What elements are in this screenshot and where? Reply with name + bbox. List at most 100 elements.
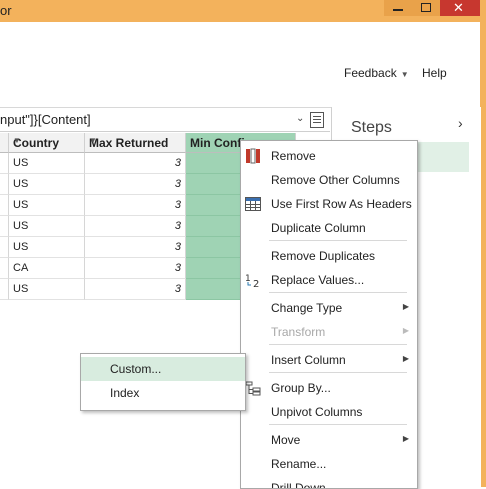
cell-value: 3 — [174, 241, 181, 253]
cell-value: US — [13, 157, 29, 169]
column-filter-icon[interactable]: ▼ — [13, 136, 80, 145]
ribbon: Feedback ▼ Help — [0, 22, 480, 108]
feedback-label: Feedback — [344, 66, 397, 80]
menu-item-rename[interactable]: Rename... — [241, 452, 417, 476]
formula-bar[interactable]: nput"]}[Content] ⌄ — [0, 109, 330, 132]
menu-item-label: Change Type — [271, 301, 343, 315]
table-cell[interactable]: 3 — [85, 237, 186, 258]
minimize-button[interactable] — [384, 0, 412, 16]
menu-item-label: Unpivot Columns — [271, 405, 363, 419]
minimize-icon — [393, 9, 403, 11]
table-cell[interactable]: 3 — [85, 174, 186, 195]
collapse-pane-icon[interactable]: › — [458, 115, 463, 131]
menu-item-label: Replace Values... — [271, 273, 365, 287]
cell-value: US — [13, 220, 29, 232]
group-by-icon — [245, 380, 261, 396]
cell-value: 3 — [174, 220, 181, 232]
remove-columns-icon — [245, 148, 261, 164]
table-cell[interactable]: 3 — [85, 258, 186, 279]
menu-item-label: Remove Other Columns — [271, 173, 400, 187]
cell-value: US — [13, 178, 29, 190]
table-cell[interactable]: CA — [9, 258, 85, 279]
menu-item-remove[interactable]: Remove — [241, 144, 417, 168]
table-headers-icon — [245, 196, 261, 212]
table-cell[interactable] — [0, 237, 9, 258]
window-title: or — [0, 3, 12, 18]
menu-item-use-first-row-as-headers[interactable]: Use First Row As Headers — [241, 192, 417, 216]
submenu-arrow-icon: ▶ — [402, 302, 409, 311]
cell-value: US — [13, 241, 29, 253]
maximize-icon — [421, 3, 431, 12]
menu-item-insert-column[interactable]: Insert Column ▶ — [241, 348, 417, 372]
table-cell[interactable]: US — [9, 174, 85, 195]
cell-value: 3 — [174, 178, 181, 190]
cell-value: 3 — [174, 157, 181, 169]
close-button[interactable]: ✕ — [440, 0, 480, 16]
steps-title: Steps — [351, 119, 392, 136]
column-context-menu: Remove Remove Other Columns Use First Row … — [240, 140, 418, 489]
menu-item-remove-duplicates[interactable]: Remove Duplicates — [241, 244, 417, 268]
column-filter-icon[interactable]: ▼ — [89, 136, 181, 145]
cell-value: 3 — [174, 283, 181, 295]
menu-item-duplicate-column[interactable]: Duplicate Column — [241, 216, 417, 240]
table-cell[interactable] — [0, 174, 9, 195]
menu-item-label: Remove Duplicates — [271, 249, 376, 263]
cell-value: US — [13, 199, 29, 211]
menu-item-label: Transform — [271, 325, 326, 339]
menu-item-label: Rename... — [271, 457, 327, 471]
table-cell[interactable] — [0, 258, 9, 279]
formula-text[interactable]: nput"]}[Content] — [0, 112, 91, 127]
menu-item-transform: Transform ▶ — [241, 320, 417, 344]
maximize-button[interactable] — [412, 0, 440, 16]
submenu-arrow-icon: ▶ — [402, 354, 409, 363]
close-icon: ✕ — [453, 0, 464, 15]
advanced-editor-icon[interactable] — [310, 112, 324, 128]
menu-item-replace-values[interactable]: 1 2 Replace Values... — [241, 268, 417, 292]
menu-item-move[interactable]: Move ▶ — [241, 428, 417, 452]
column-header-max-returned[interactable]: Max Returned ▼ — [85, 133, 186, 153]
submenu-item-index[interactable]: Index — [81, 381, 245, 405]
table-cell[interactable] — [0, 279, 9, 300]
submenu-item-custom[interactable]: Custom... — [81, 357, 245, 381]
table-cell[interactable] — [0, 153, 9, 174]
menu-item-label: Use First Row As Headers — [271, 197, 412, 211]
menu-item-unpivot-columns[interactable]: Unpivot Columns — [241, 400, 417, 424]
table-cell[interactable]: 3 — [85, 216, 186, 237]
menu-separator — [269, 344, 407, 345]
table-cell[interactable]: US — [9, 195, 85, 216]
menu-item-label: Drill Down — [271, 481, 326, 489]
table-cell[interactable]: US — [9, 279, 85, 300]
submenu-arrow-icon: ▶ — [402, 326, 409, 335]
menu-item-remove-other-columns[interactable]: Remove Other Columns — [241, 168, 417, 192]
menu-item-label: Insert Column — [271, 353, 346, 367]
column-header-country[interactable]: Country ▼ — [9, 133, 85, 153]
table-cell[interactable] — [0, 195, 9, 216]
submenu-item-label: Index — [110, 386, 140, 400]
table-cell[interactable]: US — [9, 216, 85, 237]
formula-expand-icon[interactable]: ⌄ — [296, 113, 304, 124]
menu-separator — [269, 240, 407, 241]
table-cell[interactable]: 3 — [85, 153, 186, 174]
feedback-menu[interactable]: Feedback ▼ — [344, 66, 409, 80]
table-cell[interactable]: 3 — [85, 195, 186, 216]
svg-text:2: 2 — [253, 279, 259, 288]
table-cell[interactable]: US — [9, 153, 85, 174]
cell-value: CA — [13, 262, 29, 274]
replace-values-icon: 12 — [245, 272, 261, 290]
chevron-down-icon: ▼ — [400, 70, 409, 79]
insert-column-submenu: Custom... Index — [80, 353, 246, 411]
table-cell[interactable]: 3 — [85, 279, 186, 300]
help-button[interactable]: Help — [422, 66, 447, 80]
menu-item-drill-down[interactable]: Drill Down — [241, 476, 417, 489]
menu-item-label: Group By... — [271, 381, 331, 395]
table-cell[interactable] — [0, 216, 9, 237]
menu-item-change-type[interactable]: Change Type ▶ — [241, 296, 417, 320]
submenu-item-label: Custom... — [110, 362, 162, 376]
menu-separator — [269, 424, 407, 425]
cell-value: 3 — [174, 199, 181, 211]
column-header-index[interactable] — [0, 133, 9, 153]
menu-item-group-by[interactable]: Group By... — [241, 376, 417, 400]
menu-item-label: Duplicate Column — [271, 221, 366, 235]
submenu-arrow-icon: ▶ — [402, 434, 409, 443]
table-cell[interactable]: US — [9, 237, 85, 258]
